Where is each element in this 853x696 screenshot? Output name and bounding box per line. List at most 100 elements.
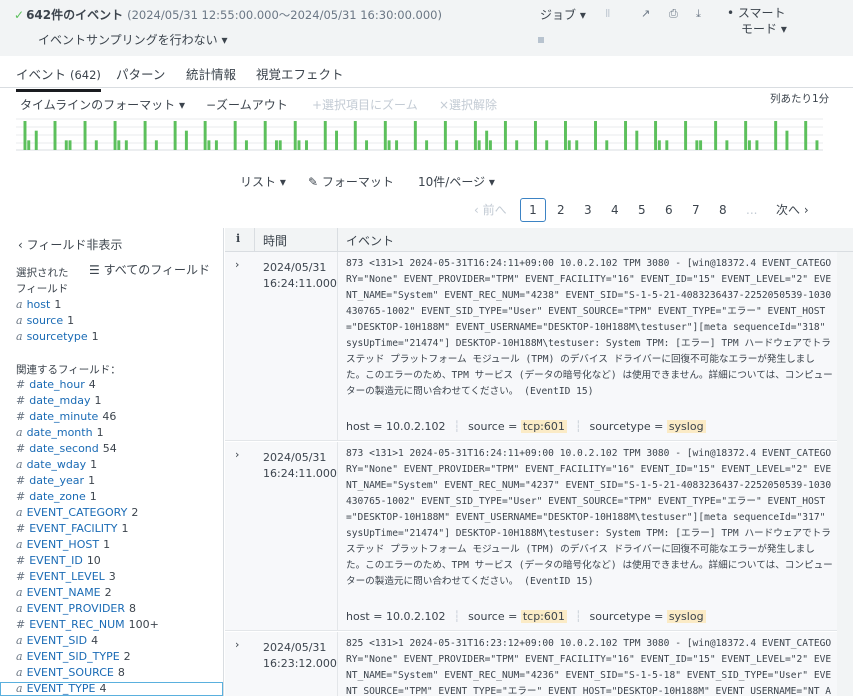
timeline-bar[interactable] xyxy=(233,121,237,150)
tab-events[interactable]: イベント (642) xyxy=(16,64,101,92)
field-item-event-category[interactable]: a EVENT_CATEGORY 2 xyxy=(16,505,138,521)
timeline-bar[interactable] xyxy=(567,140,571,150)
timeline-bar[interactable] xyxy=(387,140,391,150)
field-item-host[interactable]: a host 1 xyxy=(16,297,61,313)
expand-chevron-icon[interactable]: › xyxy=(235,258,239,271)
field-item-event-sid[interactable]: a EVENT_SID 4 xyxy=(16,633,98,649)
timeline-bar[interactable] xyxy=(64,140,68,150)
timeline-bar[interactable] xyxy=(143,121,147,150)
timeline-bar[interactable] xyxy=(443,121,447,150)
timeline-bar[interactable] xyxy=(184,130,188,150)
field-item-event-source[interactable]: a EVENT_SOURCE 8 xyxy=(16,665,125,681)
sourcetype-value[interactable]: syslog xyxy=(666,610,706,623)
timeline-bar[interactable] xyxy=(665,140,669,150)
zoom-to-selection-button[interactable]: +選択項目にズーム xyxy=(312,96,418,113)
timeline-bar[interactable] xyxy=(654,121,658,150)
events-scrollbar[interactable] xyxy=(837,252,853,696)
field-item-source[interactable]: a source 1 xyxy=(16,313,74,329)
format-dropdown[interactable]: ✎ フォーマット xyxy=(308,173,394,190)
timeline-bar[interactable] xyxy=(657,140,661,150)
field-item-date-minute[interactable]: # date_minute 46 xyxy=(16,409,116,425)
timeline-bar[interactable] xyxy=(699,140,703,150)
timeline-bar[interactable] xyxy=(278,140,282,150)
timeline-bar[interactable] xyxy=(515,140,519,150)
export-icon[interactable]: ⤓ xyxy=(696,7,701,21)
timeline-bar[interactable] xyxy=(68,140,72,150)
timeline-bar[interactable] xyxy=(605,140,609,150)
print-icon[interactable]: ⎙ xyxy=(669,7,678,21)
timeline-bar[interactable] xyxy=(725,140,729,150)
timeline-bar[interactable] xyxy=(274,140,278,150)
field-item-event-facility[interactable]: # EVENT_FACILITY 1 xyxy=(16,521,128,537)
timeline-bar[interactable] xyxy=(117,140,121,150)
timeline-bar[interactable] xyxy=(684,121,688,150)
pager-next-button[interactable]: 次へ › xyxy=(776,198,809,222)
per-page-dropdown[interactable]: 10件/ページ ▾ xyxy=(418,173,495,190)
timeline-bar[interactable] xyxy=(83,121,87,150)
source-value[interactable]: tcp:601 xyxy=(520,610,567,623)
share-icon[interactable]: ↗ xyxy=(641,7,650,20)
field-item-date-year[interactable]: # date_year 1 xyxy=(16,473,95,489)
timeline-bar[interactable] xyxy=(714,121,718,150)
timeline-bar[interactable] xyxy=(804,121,808,150)
pause-icon[interactable]: Ⅱ xyxy=(605,7,610,20)
timeline-bar[interactable] xyxy=(488,140,492,150)
timeline-bar[interactable] xyxy=(395,140,399,150)
timeline-bar[interactable] xyxy=(293,121,297,150)
timeline-bar[interactable] xyxy=(323,121,327,150)
tab-visualization[interactable]: 視覚エフェクト xyxy=(256,64,344,83)
job-menu-button[interactable]: ジョブ ▾ xyxy=(540,6,586,23)
timeline-bar[interactable] xyxy=(485,130,489,150)
timeline-bar[interactable] xyxy=(755,140,759,150)
field-item-event-rec-num[interactable]: # EVENT_REC_NUM 100+ xyxy=(16,617,159,633)
expand-chevron-icon[interactable]: › xyxy=(235,448,239,461)
pager-page-4[interactable]: 4 xyxy=(611,198,619,222)
pager-page-5[interactable]: 5 xyxy=(638,198,646,222)
timeline-bar[interactable] xyxy=(173,121,177,150)
timeline-bar[interactable] xyxy=(785,130,789,150)
timeline-bar[interactable] xyxy=(477,140,481,150)
field-item-sourcetype[interactable]: a sourcetype 1 xyxy=(16,329,99,345)
timeline-bar[interactable] xyxy=(27,140,31,150)
timeline-bar[interactable] xyxy=(594,121,597,150)
timeline-bar[interactable] xyxy=(53,121,57,150)
timeline-bar[interactable] xyxy=(23,121,27,150)
field-item-date-month[interactable]: a date_month 1 xyxy=(16,425,104,441)
timeline-bar[interactable] xyxy=(774,121,778,150)
timeline-bar[interactable] xyxy=(383,121,387,150)
host-value[interactable]: 10.0.2.102 xyxy=(386,420,445,433)
field-item-event-host[interactable]: a EVENT_HOST 1 xyxy=(16,537,110,553)
deselect-button[interactable]: ×選択解除 xyxy=(439,96,497,113)
pager-page-2[interactable]: 2 xyxy=(557,198,565,222)
timeline-bar[interactable] xyxy=(34,130,38,150)
field-item-date-hour[interactable]: # date_hour 4 xyxy=(16,377,96,393)
timeline-bar[interactable] xyxy=(305,140,308,150)
sourcetype-value[interactable]: syslog xyxy=(666,420,706,433)
timeline-bar[interactable] xyxy=(297,140,301,150)
timeline-bar[interactable] xyxy=(94,140,98,150)
field-item-date-second[interactable]: # date_second 54 xyxy=(16,441,117,457)
field-item-event-name[interactable]: a EVENT_NAME 2 xyxy=(16,585,112,601)
field-item-event-id[interactable]: # EVENT_ID 10 xyxy=(16,553,101,569)
timeline-bar[interactable] xyxy=(365,140,369,150)
search-mode-dropdown[interactable]: • スマート モード ▾ xyxy=(727,5,787,37)
host-value[interactable]: 10.0.2.102 xyxy=(386,610,445,623)
timeline-bar[interactable] xyxy=(744,121,748,150)
timeline-bar[interactable] xyxy=(214,140,218,150)
timeline-bar[interactable] xyxy=(747,140,751,150)
field-item-date-wday[interactable]: a date_wday 1 xyxy=(16,457,97,473)
pager-page-8[interactable]: 8 xyxy=(719,198,727,222)
timeline-bar[interactable] xyxy=(203,121,207,150)
tab-statistics[interactable]: 統計情報 xyxy=(186,64,236,83)
timeline-bar[interactable] xyxy=(113,121,117,150)
timeline-bar[interactable] xyxy=(624,121,628,150)
expand-chevron-icon[interactable]: › xyxy=(235,638,239,651)
list-view-dropdown[interactable]: リスト ▾ xyxy=(240,173,286,190)
timeline-bar[interactable] xyxy=(154,140,158,150)
timeline-bar[interactable] xyxy=(207,140,211,150)
timeline-bar[interactable] xyxy=(815,140,819,150)
timeline-bar[interactable] xyxy=(473,121,477,150)
timeline-bar[interactable] xyxy=(244,140,248,150)
timeline-bar[interactable] xyxy=(124,140,128,150)
field-item-date-mday[interactable]: # date_mday 1 xyxy=(16,393,101,409)
